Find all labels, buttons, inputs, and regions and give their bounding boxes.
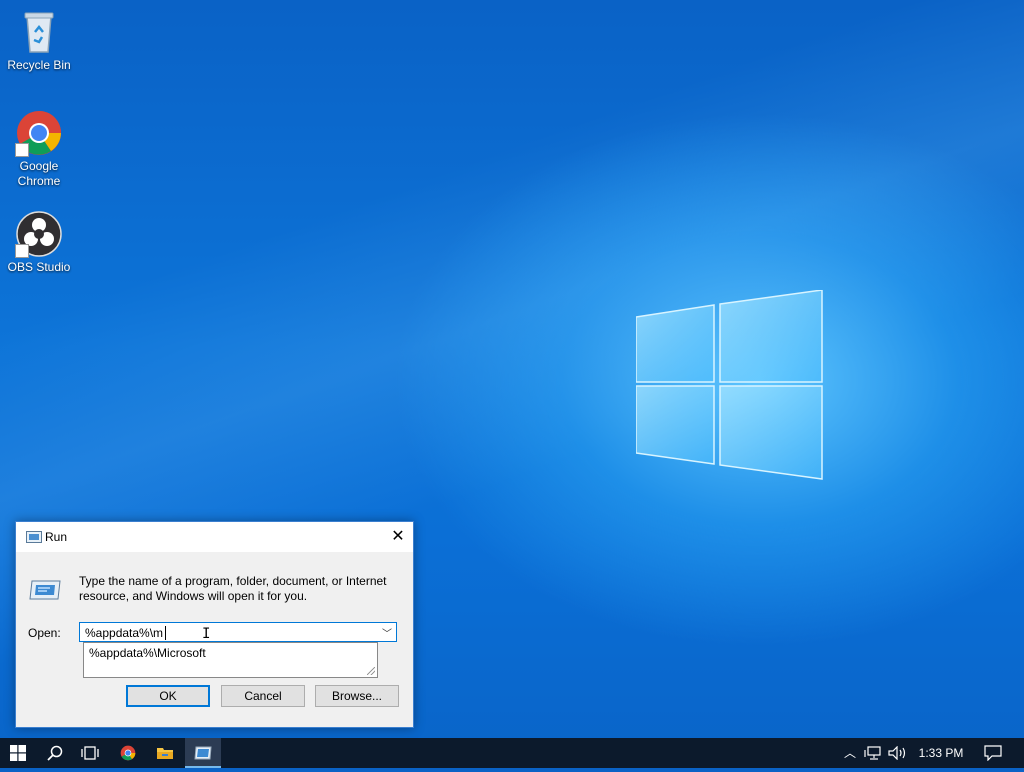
resize-grip-icon[interactable] [367,667,375,675]
taskbar-chrome[interactable] [110,738,146,768]
desktop-icon-google-chrome[interactable]: Google Chrome [1,109,77,189]
browse-button[interactable]: Browse... [315,685,399,707]
ibeam-cursor-icon: I [202,626,211,642]
clock[interactable]: 1:33 PM [914,738,968,768]
volume-button[interactable] [888,738,910,768]
show-hidden-icons-button[interactable]: ︿ [841,738,859,768]
start-button[interactable] [0,738,36,768]
text-caret [165,626,166,640]
chevron-up-icon: ︿ [843,746,856,760]
open-label: Open: [28,626,61,640]
chevron-down-icon[interactable]: ﹀ [382,625,392,640]
taskbar-run[interactable] [185,738,221,768]
desktop-icon-label: Recycle Bin [7,58,71,72]
windows-wallpaper-logo [636,290,823,480]
desktop-icon-label: Google Chrome [17,159,61,188]
dialog-description: Type the name of a program, folder, docu… [79,574,387,603]
run-icon [26,531,42,543]
run-program-icon [29,580,61,600]
obs-studio-icon [15,210,63,258]
chrome-icon [120,745,136,761]
task-view-icon [81,746,99,760]
notification-icon [984,745,1002,762]
cancel-button[interactable]: Cancel [221,685,305,707]
run-dialog: Run ✕ Type the name of a program, folder… [15,521,414,728]
folder-icon [157,748,173,759]
ok-button[interactable]: OK [126,685,210,707]
desktop: Recycle Bin Google Chrome OBS Studio Run… [0,0,1024,738]
network-icon [864,746,881,760]
chrome-icon [15,109,63,157]
task-view-button[interactable] [72,738,108,768]
search-icon [47,745,63,761]
close-button[interactable]: ✕ [383,522,413,552]
desktop-icon-recycle-bin[interactable]: Recycle Bin [1,8,77,73]
windows-start-icon [10,745,26,761]
run-icon [194,746,212,760]
speaker-icon [888,745,906,761]
action-center-button[interactable] [978,738,1008,768]
shortcut-arrow-icon [15,143,29,157]
close-icon: ✕ [391,528,405,545]
open-input[interactable]: %appdata%\m [85,626,163,640]
taskbar-file-explorer[interactable] [147,738,183,768]
desktop-icon-label: OBS Studio [7,260,71,274]
taskbar: ︿ 1:33 PM [0,738,1024,768]
open-combobox[interactable]: %appdata%\m ﹀ [79,622,397,642]
autocomplete-item[interactable]: %appdata%\Microsoft [89,646,206,660]
autocomplete-dropdown: %appdata%\Microsoft [83,642,378,678]
network-button[interactable] [864,738,884,768]
recycle-bin-icon [15,8,63,56]
run-dialog-titlebar[interactable]: Run ✕ [16,522,413,552]
desktop-icon-obs-studio[interactable]: OBS Studio [1,210,77,275]
dialog-title: Run [45,530,68,544]
shortcut-arrow-icon [15,244,29,258]
search-button[interactable] [37,738,73,768]
